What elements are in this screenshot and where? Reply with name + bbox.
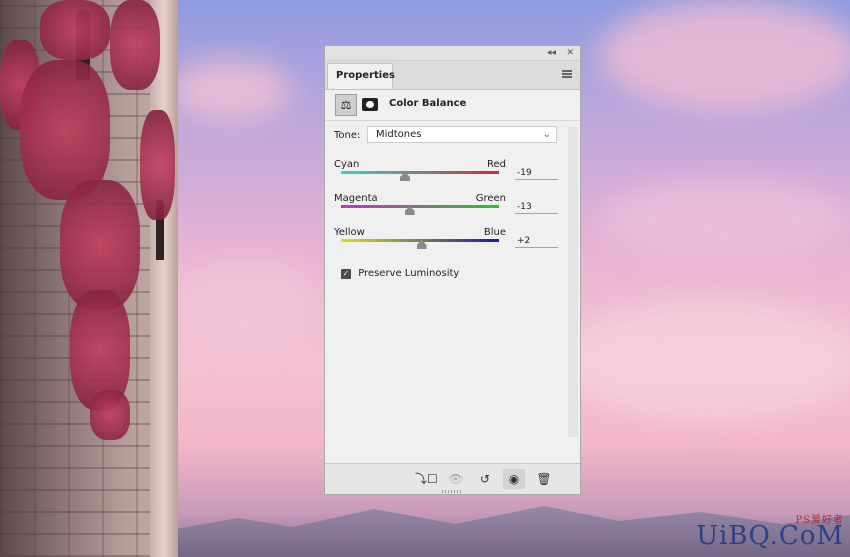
ivy-foliage <box>90 390 130 440</box>
sky-cloud <box>560 300 850 420</box>
checkbox-check-icon[interactable]: ✓ <box>341 268 351 279</box>
view-previous-state-icon[interactable]: 👁 <box>445 469 467 489</box>
slider-value-field[interactable]: -19 <box>515 166 558 180</box>
slider-track[interactable] <box>341 171 499 174</box>
panel-tab-row: Properties <box>325 61 580 90</box>
slider-left-label: Cyan <box>334 159 360 170</box>
reset-icon[interactable]: ↺ <box>474 469 496 489</box>
panel-scrollbar[interactable] <box>568 127 578 437</box>
ivy-foliage <box>140 110 175 220</box>
slider-right-label: Red <box>487 159 506 170</box>
ivy-foliage <box>40 0 110 60</box>
panel-menu-icon[interactable] <box>562 70 572 78</box>
tower-edge-highlight <box>150 0 178 557</box>
slider-track[interactable] <box>341 205 499 208</box>
collapse-icon[interactable]: ◂◂ <box>547 46 556 60</box>
site-watermark: PS爱好者 UiBQ.CoM <box>696 515 844 551</box>
slider-track[interactable] <box>341 239 499 242</box>
slider-yellow-blue: Yellow Blue +2 <box>334 227 559 259</box>
slider-right-label: Green <box>475 193 506 204</box>
tone-dropdown[interactable]: Midtones ⌄ <box>367 126 557 143</box>
slider-left-label: Yellow <box>334 227 365 238</box>
sky-cloud <box>600 0 850 110</box>
chevron-down-icon: ⌄ <box>542 129 551 140</box>
layer-mask-icon[interactable] <box>362 98 378 111</box>
ivy-foliage <box>110 0 160 90</box>
sky-cloud <box>170 260 320 350</box>
slider-cyan-red: Cyan Red -19 <box>334 159 559 191</box>
slider-value-field[interactable]: +2 <box>515 234 558 248</box>
properties-panel: ◂◂ ✕ Properties ⚖ Color Balance Tone: Mi… <box>324 45 581 495</box>
panel-footer: ⤵☐ 👁 ↺ ◉ 🗑 <box>325 463 580 494</box>
panel-body: Tone: Midtones ⌄ Cyan Red -19 Magenta Gr… <box>325 121 580 451</box>
slider-magenta-green: Magenta Green -13 <box>334 193 559 225</box>
trash-icon[interactable]: 🗑 <box>533 469 555 489</box>
visibility-eye-icon[interactable]: ◉ <box>503 469 525 489</box>
preserve-luminosity-label: Preserve Luminosity <box>358 268 460 279</box>
preserve-luminosity-checkbox[interactable]: ✓ Preserve Luminosity <box>341 268 459 280</box>
adjustment-header: ⚖ Color Balance <box>325 90 580 121</box>
sky-cloud <box>170 60 290 120</box>
clip-to-layer-icon[interactable]: ⤵☐ <box>415 469 438 489</box>
tone-label: Tone: <box>334 130 361 141</box>
ivy-foliage <box>20 60 110 200</box>
resize-grip[interactable] <box>442 490 462 493</box>
color-balance-icon[interactable]: ⚖ <box>335 94 357 116</box>
panel-top-bar: ◂◂ ✕ <box>325 46 580 61</box>
adjustment-title: Color Balance <box>389 98 467 109</box>
slider-left-label: Magenta <box>334 193 378 204</box>
sky-cloud <box>600 180 850 260</box>
watermark-small-text: PS爱好者 <box>795 515 844 526</box>
slider-right-label: Blue <box>483 227 506 238</box>
tone-value: Midtones <box>376 129 422 140</box>
slider-value-field[interactable]: -13 <box>515 200 558 214</box>
castle-tower <box>0 0 178 557</box>
close-icon[interactable]: ✕ <box>566 46 574 60</box>
tab-properties[interactable]: Properties <box>327 63 395 89</box>
